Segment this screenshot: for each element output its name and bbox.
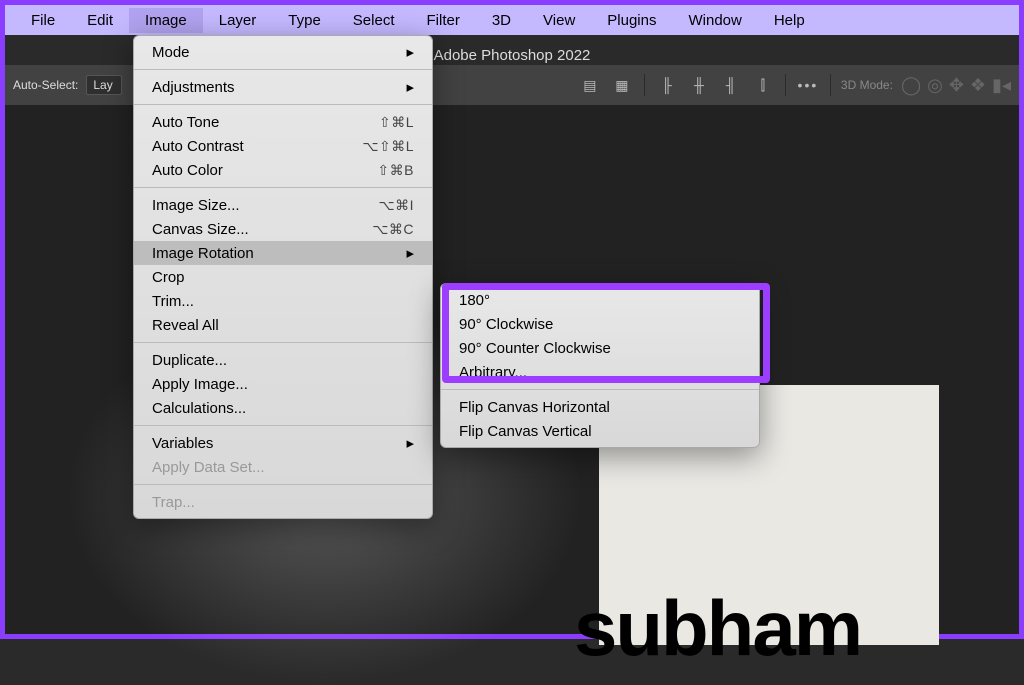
menu-label: Auto Tone bbox=[152, 114, 219, 131]
menu-item-auto-color[interactable]: Auto Color ⇧⌘B bbox=[134, 158, 432, 182]
3d-mode-label: 3D Mode: bbox=[841, 78, 893, 92]
align-left-icon[interactable]: ▤ bbox=[578, 73, 602, 97]
orbit-3d-icon[interactable]: ◯ bbox=[901, 75, 921, 96]
menu-label: Apply Data Set... bbox=[152, 459, 265, 476]
menu-label: Duplicate... bbox=[152, 352, 227, 369]
image-rotation-submenu: 180° 90° Clockwise 90° Counter Clockwise… bbox=[440, 283, 760, 448]
menu-item-trap: Trap... bbox=[134, 490, 432, 514]
menu-edit[interactable]: Edit bbox=[71, 8, 129, 33]
distribute-vcenter-icon[interactable]: ╫ bbox=[687, 73, 711, 97]
shortcut: ⌥⌘I bbox=[378, 197, 414, 214]
menu-label: Image Size... bbox=[152, 197, 240, 214]
distribute-bottom-icon[interactable]: ╢ bbox=[719, 73, 743, 97]
menu-label: Calculations... bbox=[152, 400, 246, 417]
shortcut: ⌥⌘C bbox=[372, 221, 414, 238]
shortcut: ⇧⌘L bbox=[379, 114, 414, 131]
pan-3d-icon[interactable]: ◎ bbox=[927, 75, 943, 96]
menu-window[interactable]: Window bbox=[672, 8, 757, 33]
menu-item-reveal-all[interactable]: Reveal All bbox=[134, 313, 432, 337]
submenu-item-flip-horizontal[interactable]: Flip Canvas Horizontal bbox=[441, 395, 759, 419]
menu-item-duplicate[interactable]: Duplicate... bbox=[134, 348, 432, 372]
layer-select[interactable]: Lay bbox=[86, 75, 121, 95]
menu-label: 90° Clockwise bbox=[459, 316, 553, 333]
menu-label: Trap... bbox=[152, 494, 195, 511]
menu-item-crop[interactable]: Crop bbox=[134, 265, 432, 289]
submenu-item-arbitrary[interactable]: Arbitrary... bbox=[441, 360, 759, 384]
image-menu-dropdown: Mode ▸ Adjustments ▸ Auto Tone ⇧⌘L Auto Con… bbox=[133, 35, 433, 519]
menu-view[interactable]: View bbox=[527, 8, 591, 33]
menu-item-apply-image[interactable]: Apply Image... bbox=[134, 372, 432, 396]
shortcut: ⌥⇧⌘L bbox=[362, 138, 414, 155]
menu-label: Auto Contrast bbox=[152, 138, 244, 155]
menu-filter[interactable]: Filter bbox=[411, 8, 476, 33]
menu-file[interactable]: File bbox=[15, 8, 71, 33]
submenu-item-90cw[interactable]: 90° Clockwise bbox=[441, 312, 759, 336]
menu-label: Auto Color bbox=[152, 162, 223, 179]
menu-item-auto-contrast[interactable]: Auto Contrast ⌥⇧⌘L bbox=[134, 134, 432, 158]
menu-label: Crop bbox=[152, 269, 185, 286]
menu-label: Adjustments bbox=[152, 79, 235, 96]
menu-type[interactable]: Type bbox=[272, 8, 337, 33]
distribute-top-icon[interactable]: ╟ bbox=[655, 73, 679, 97]
menu-item-variables[interactable]: Variables ▸ bbox=[134, 431, 432, 455]
menu-plugins[interactable]: Plugins bbox=[591, 8, 672, 33]
menu-label: Arbitrary... bbox=[459, 364, 527, 381]
chevron-right-icon: ▸ bbox=[406, 43, 414, 61]
scale-3d-icon[interactable]: ❖ bbox=[970, 75, 986, 96]
menu-item-apply-data-set: Apply Data Set... bbox=[134, 455, 432, 479]
menu-label: 90° Counter Clockwise bbox=[459, 340, 611, 357]
submenu-item-180[interactable]: 180° bbox=[441, 288, 759, 312]
camera-3d-icon[interactable]: ▮◂ bbox=[992, 75, 1011, 96]
menu-item-canvas-size[interactable]: Canvas Size... ⌥⌘C bbox=[134, 217, 432, 241]
menu-item-adjustments[interactable]: Adjustments ▸ bbox=[134, 75, 432, 99]
menubar: File Edit Image Layer Type Select Filter… bbox=[5, 5, 1019, 35]
menu-item-mode[interactable]: Mode ▸ bbox=[134, 40, 432, 64]
chevron-right-icon: ▸ bbox=[406, 434, 414, 452]
submenu-item-90ccw[interactable]: 90° Counter Clockwise bbox=[441, 336, 759, 360]
menu-item-image-rotation[interactable]: Image Rotation ▸ bbox=[134, 241, 432, 265]
chevron-right-icon: ▸ bbox=[406, 244, 414, 262]
menu-help[interactable]: Help bbox=[758, 8, 821, 33]
distribute-space-icon[interactable]: ⫿ bbox=[751, 73, 775, 97]
menu-label: Flip Canvas Vertical bbox=[459, 423, 592, 440]
menu-item-calculations[interactable]: Calculations... bbox=[134, 396, 432, 420]
canvas-text: subham bbox=[574, 589, 861, 667]
menu-label: Mode bbox=[152, 44, 190, 61]
menu-label: Image Rotation bbox=[152, 245, 254, 262]
menu-select[interactable]: Select bbox=[337, 8, 411, 33]
move-3d-icon[interactable]: ✥ bbox=[949, 75, 964, 96]
menu-label: Flip Canvas Horizontal bbox=[459, 399, 610, 416]
submenu-item-flip-vertical[interactable]: Flip Canvas Vertical bbox=[441, 419, 759, 443]
menu-label: Canvas Size... bbox=[152, 221, 249, 238]
menu-layer[interactable]: Layer bbox=[203, 8, 273, 33]
menu-3d[interactable]: 3D bbox=[476, 8, 527, 33]
menu-label: Apply Image... bbox=[152, 376, 248, 393]
menu-label: Reveal All bbox=[152, 317, 219, 334]
shortcut: ⇧⌘B bbox=[377, 162, 414, 179]
auto-select-label: Auto-Select: bbox=[13, 78, 78, 92]
menu-image[interactable]: Image bbox=[129, 8, 203, 33]
menu-label: Variables bbox=[152, 435, 213, 452]
menu-item-trim[interactable]: Trim... bbox=[134, 289, 432, 313]
menu-label: 180° bbox=[459, 292, 490, 309]
align-center-icon[interactable]: ▦ bbox=[610, 73, 634, 97]
menu-item-auto-tone[interactable]: Auto Tone ⇧⌘L bbox=[134, 110, 432, 134]
more-options-icon[interactable]: ••• bbox=[796, 73, 820, 97]
chevron-right-icon: ▸ bbox=[406, 78, 414, 96]
menu-label: Trim... bbox=[152, 293, 194, 310]
menu-item-image-size[interactable]: Image Size... ⌥⌘I bbox=[134, 193, 432, 217]
